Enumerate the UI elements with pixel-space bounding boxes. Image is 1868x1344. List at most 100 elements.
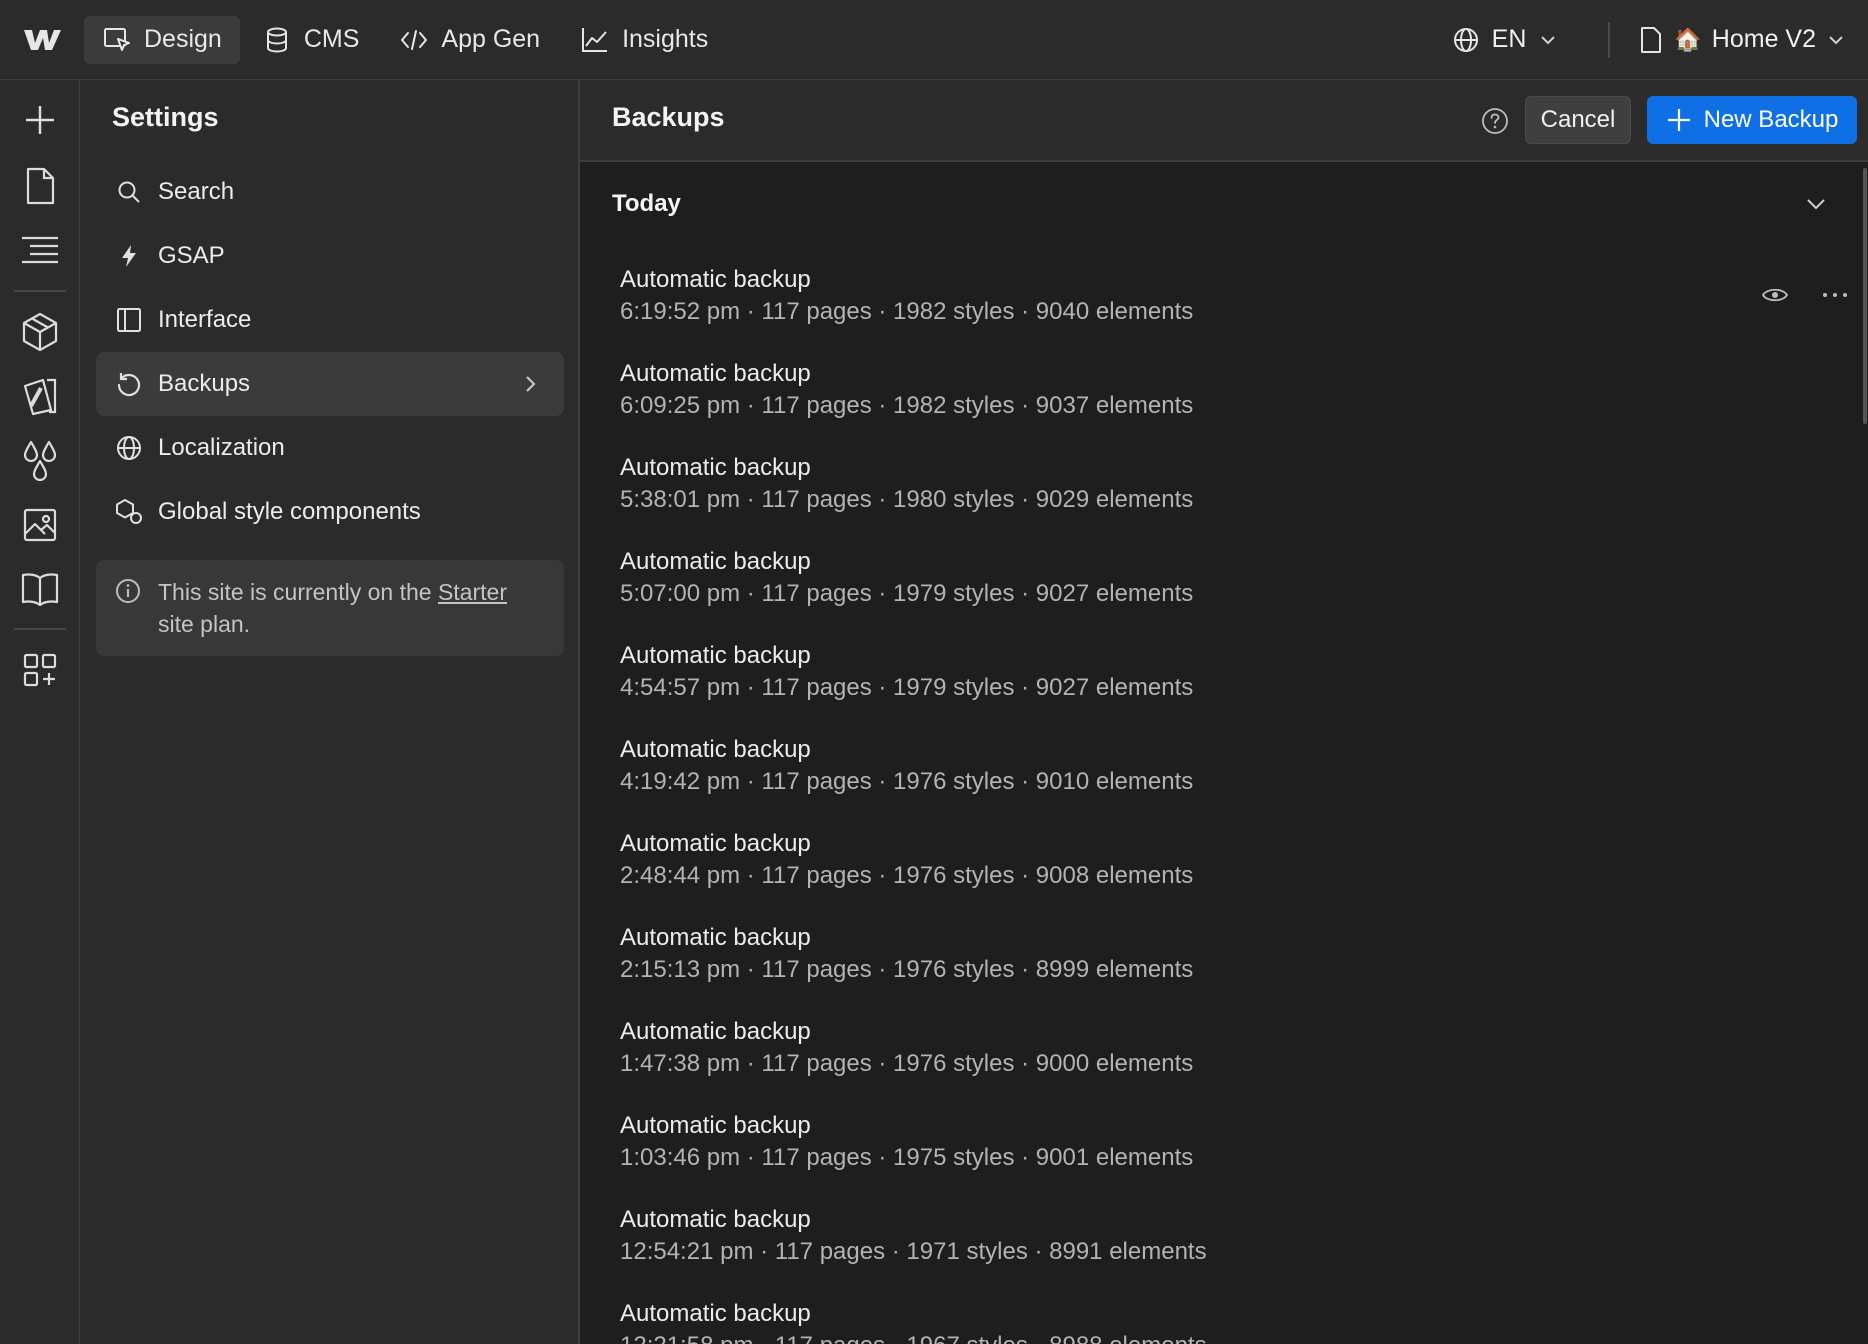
backup-name: Automatic backup — [620, 736, 811, 763]
left-toolbar — [0, 80, 80, 1344]
backup-meta: 5:07:00 pm · 117 pages · 1979 styles · 9… — [620, 580, 1194, 607]
settings-item-label: Backups — [158, 370, 251, 397]
settings-title: Settings — [112, 102, 219, 132]
apps-icon[interactable] — [16, 646, 64, 694]
locale-selector[interactable]: EN — [1432, 25, 1579, 54]
components-icon[interactable] — [16, 308, 64, 356]
plan-info-text: This site is currently on the Starter si… — [158, 576, 507, 656]
mode-label: Design — [144, 25, 222, 53]
backup-meta: 6:19:52 pm · 117 pages · 1982 styles · 9… — [620, 298, 1194, 325]
backup-row[interactable]: Automatic backup 12:21:58 pm · 117 pages… — [620, 1300, 1820, 1344]
backup-row[interactable]: Automatic backup 5:38:01 pm · 117 pages … — [620, 454, 1820, 534]
code-icon — [401, 29, 428, 50]
settings-item-label: Global style components — [158, 498, 421, 525]
settings-panel: Settings Search GSAP Interface Backups L… — [80, 80, 580, 1344]
backup-row[interactable]: Automatic backup 5:07:00 pm · 117 pages … — [620, 548, 1820, 628]
settings-item-search[interactable]: Search — [96, 160, 564, 224]
plan-link[interactable]: Starter — [438, 579, 507, 605]
mode-label: Insights — [622, 25, 709, 53]
chevron-down-icon — [1829, 35, 1843, 44]
top-bar: Design CMS App Gen Insights EN 🏠 Home V2 — [0, 0, 1868, 80]
backup-row[interactable]: Automatic backup 1:47:38 pm · 117 pages … — [620, 1018, 1820, 1098]
backup-name: Automatic backup — [620, 1018, 811, 1045]
design-cursor-icon — [104, 27, 130, 51]
page-emoji: 🏠 — [1674, 26, 1702, 52]
backup-list: Automatic backup 6:19:52 pm · 117 pages … — [580, 80, 1868, 1344]
divider — [14, 290, 66, 292]
webflow-logo-icon[interactable] — [0, 0, 84, 80]
page-icon — [1641, 26, 1662, 53]
mode-cms[interactable]: CMS — [244, 16, 378, 64]
page-name: Home V2 — [1711, 25, 1816, 53]
mode-label: CMS — [303, 25, 360, 53]
settings-item-label: Search — [158, 178, 235, 205]
backup-meta: 5:38:01 pm · 117 pages · 1980 styles · 9… — [620, 486, 1194, 513]
backup-name: Automatic backup — [620, 830, 811, 857]
row-actions — [1760, 280, 1850, 310]
eye-icon[interactable] — [1760, 280, 1790, 310]
backup-meta: 12:54:21 pm · 117 pages · 1971 styles · … — [620, 1238, 1207, 1265]
locale-label: EN — [1491, 25, 1527, 53]
backup-row[interactable]: Automatic backup 2:15:13 pm · 117 pages … — [620, 924, 1820, 1004]
divider — [1608, 21, 1611, 58]
backup-meta: 4:54:57 pm · 117 pages · 1979 styles · 9… — [620, 674, 1194, 701]
book-icon[interactable] — [16, 564, 64, 612]
navigator-icon[interactable] — [16, 226, 64, 274]
add-icon[interactable] — [16, 96, 64, 144]
backup-meta: 1:03:46 pm · 117 pages · 1975 styles · 9… — [620, 1144, 1194, 1171]
variables-icon[interactable] — [16, 436, 64, 484]
backup-meta: 12:21:58 pm · 117 pages · 1967 styles · … — [620, 1332, 1207, 1344]
mode-label: App Gen — [441, 25, 541, 53]
backup-meta: 2:15:13 pm · 117 pages · 1976 styles · 8… — [620, 956, 1194, 983]
chevron-right-icon — [520, 374, 540, 394]
backup-name: Automatic backup — [620, 360, 811, 387]
backup-name: Automatic backup — [620, 1206, 811, 1233]
backup-row[interactable]: Automatic backup 4:19:42 pm · 117 pages … — [620, 736, 1820, 816]
backup-row[interactable]: Automatic backup 1:03:46 pm · 117 pages … — [620, 1112, 1820, 1192]
globe-icon — [1453, 27, 1478, 52]
globe-icon — [114, 433, 144, 463]
shapes-icon — [114, 497, 144, 527]
backup-icon — [114, 369, 144, 399]
divider — [14, 628, 66, 630]
backup-name: Automatic backup — [620, 924, 811, 951]
plan-info-after: site plan. — [158, 611, 251, 637]
mode-design[interactable]: Design — [84, 15, 240, 64]
backup-row[interactable]: Automatic backup 2:48:44 pm · 117 pages … — [620, 830, 1820, 910]
backup-row[interactable]: Automatic backup 6:19:52 pm · 117 pages … — [620, 266, 1847, 346]
backup-meta: 1:47:38 pm · 117 pages · 1976 styles · 9… — [620, 1050, 1194, 1077]
settings-item-interface[interactable]: Interface — [96, 288, 564, 352]
backup-row[interactable]: Automatic backup 12:54:21 pm · 117 pages… — [620, 1206, 1820, 1286]
mode-switcher: Design CMS App Gen Insights — [84, 0, 730, 80]
settings-item-backups[interactable]: Backups — [96, 352, 564, 416]
more-options-icon[interactable] — [1820, 280, 1850, 310]
settings-item-global-style-components[interactable]: Global style components — [96, 480, 564, 544]
database-icon — [266, 27, 287, 53]
mode-app-gen[interactable]: App Gen — [381, 16, 558, 64]
settings-item-label: Interface — [158, 306, 252, 333]
backup-meta: 6:09:25 pm · 117 pages · 1982 styles · 9… — [620, 392, 1194, 419]
assets-icon[interactable] — [16, 500, 64, 548]
pages-icon[interactable] — [16, 162, 64, 210]
backup-name: Automatic backup — [620, 1112, 811, 1139]
search-icon — [114, 177, 144, 207]
backup-name: Automatic backup — [620, 266, 811, 293]
backup-name: Automatic backup — [620, 1300, 811, 1327]
backup-name: Automatic backup — [620, 642, 811, 669]
info-icon — [114, 577, 144, 607]
top-right-controls: EN 🏠 Home V2 — [1432, 0, 1868, 80]
backup-name: Automatic backup — [620, 454, 811, 481]
backup-row[interactable]: Automatic backup 4:54:57 pm · 117 pages … — [620, 642, 1820, 722]
mode-insights[interactable]: Insights — [562, 16, 726, 64]
backup-meta: 2:48:44 pm · 117 pages · 1976 styles · 9… — [620, 862, 1194, 889]
settings-item-label: Localization — [158, 434, 285, 461]
backup-meta: 4:19:42 pm · 117 pages · 1976 styles · 9… — [620, 768, 1194, 795]
bolt-icon — [114, 241, 144, 271]
backup-row[interactable]: Automatic backup 6:09:25 pm · 117 pages … — [620, 360, 1820, 440]
styles-icon[interactable] — [16, 372, 64, 420]
chevron-down-icon — [1541, 35, 1556, 44]
settings-item-gsap[interactable]: GSAP — [96, 224, 564, 288]
backup-name: Automatic backup — [620, 548, 811, 575]
page-selector[interactable]: 🏠 Home V2 — [1638, 25, 1868, 54]
settings-item-localization[interactable]: Localization — [96, 416, 564, 480]
